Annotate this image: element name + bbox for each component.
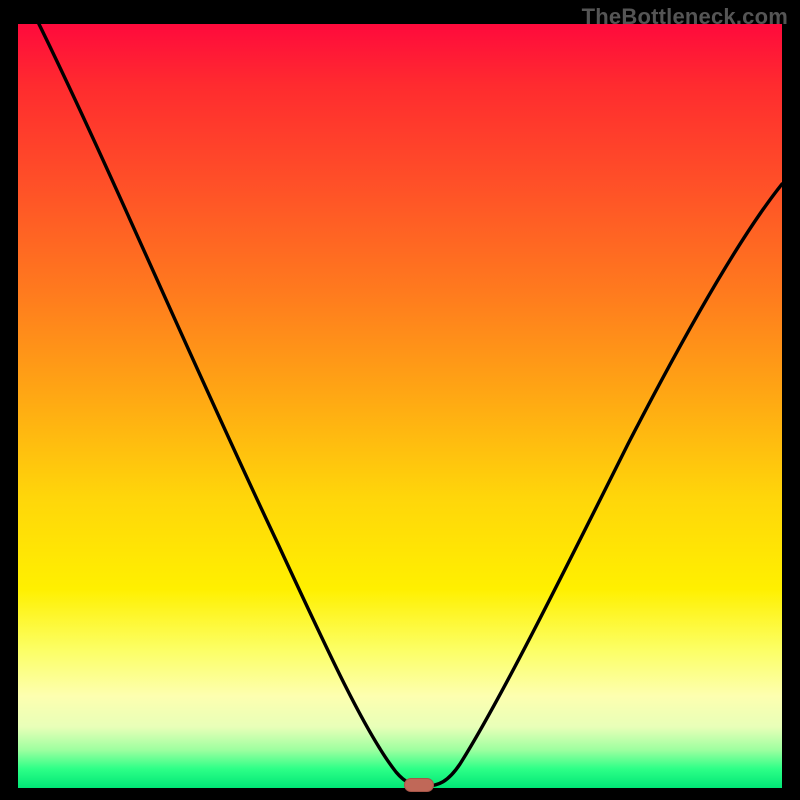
- plot-area: [18, 24, 782, 788]
- minimum-marker: [404, 778, 434, 792]
- curve-layer: [18, 24, 782, 788]
- watermark-label: TheBottleneck.com: [582, 4, 788, 30]
- chart-frame: TheBottleneck.com: [0, 0, 800, 800]
- bottleneck-curve: [36, 24, 782, 786]
